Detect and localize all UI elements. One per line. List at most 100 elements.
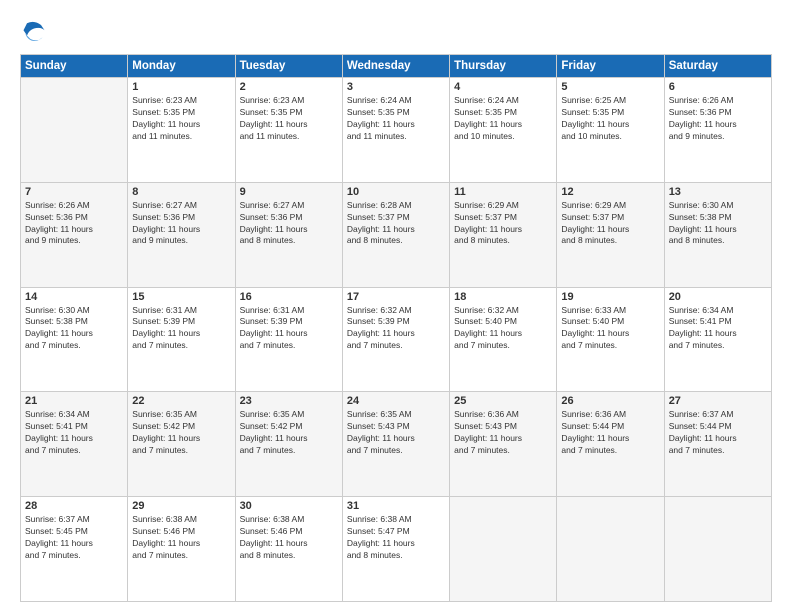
day-number: 26 xyxy=(561,395,659,407)
day-number: 9 xyxy=(240,186,338,198)
day-info: Sunrise: 6:32 AM Sunset: 5:39 PM Dayligh… xyxy=(347,305,445,353)
day-number: 15 xyxy=(132,291,230,303)
calendar-cell: 10Sunrise: 6:28 AM Sunset: 5:37 PM Dayli… xyxy=(342,182,449,287)
day-info: Sunrise: 6:33 AM Sunset: 5:40 PM Dayligh… xyxy=(561,305,659,353)
day-number: 31 xyxy=(347,500,445,512)
day-info: Sunrise: 6:35 AM Sunset: 5:42 PM Dayligh… xyxy=(132,409,230,457)
day-number: 16 xyxy=(240,291,338,303)
day-number: 7 xyxy=(25,186,123,198)
day-number: 24 xyxy=(347,395,445,407)
day-number: 11 xyxy=(454,186,552,198)
header xyxy=(20,18,772,46)
day-number: 12 xyxy=(561,186,659,198)
day-number: 3 xyxy=(347,81,445,93)
calendar-cell: 28 Sunrise: 6:37 AM Sunset: 5:45 PM Dayli… xyxy=(21,497,128,602)
day-header-monday: Monday xyxy=(128,55,235,78)
calendar-cell: 3 Sunrise: 6:24 AM Sunset: 5:35 PM Daylig… xyxy=(342,78,449,183)
logo-icon xyxy=(20,18,48,46)
calendar-cell: 26Sunrise: 6:36 AM Sunset: 5:44 PM Dayli… xyxy=(557,392,664,497)
day-number: 19 xyxy=(561,291,659,303)
calendar-cell: 6Sunrise: 6:26 AM Sunset: 5:36 PM Daylig… xyxy=(664,78,771,183)
days-row: SundayMondayTuesdayWednesdayThursdayFrid… xyxy=(21,55,772,78)
day-number: 17 xyxy=(347,291,445,303)
calendar-cell: 20 Sunrise: 6:34 AM Sunset: 5:41 PM Dayli… xyxy=(664,287,771,392)
day-number: 25 xyxy=(454,395,552,407)
day-info: Sunrise: 6:25 AM Sunset: 5:35 PM Dayligh… xyxy=(561,95,659,143)
day-number: 18 xyxy=(454,291,552,303)
day-info: Sunrise: 6:27 AM Sunset: 5:36 PM Dayligh… xyxy=(132,200,230,248)
calendar-cell xyxy=(21,78,128,183)
calendar-cell: 24 Sunrise: 6:35 AM Sunset: 5:43 PM Dayli… xyxy=(342,392,449,497)
day-number: 21 xyxy=(25,395,123,407)
week-row-1: 7 Sunrise: 6:26 AM Sunset: 5:36 PM Daylig… xyxy=(21,182,772,287)
day-info: Sunrise: 6:29 AM Sunset: 5:37 PM Dayligh… xyxy=(454,200,552,248)
calendar-cell: 25 Sunrise: 6:36 AM Sunset: 5:43 PM Dayli… xyxy=(450,392,557,497)
week-row-4: 28 Sunrise: 6:37 AM Sunset: 5:45 PM Dayli… xyxy=(21,497,772,602)
calendar-cell: 2 Sunrise: 6:23 AM Sunset: 5:35 PM Daylig… xyxy=(235,78,342,183)
week-row-0: 1 Sunrise: 6:23 AM Sunset: 5:35 PM Daylig… xyxy=(21,78,772,183)
calendar-cell: 31 Sunrise: 6:38 AM Sunset: 5:47 PM Dayli… xyxy=(342,497,449,602)
calendar-cell: 11 Sunrise: 6:29 AM Sunset: 5:37 PM Dayli… xyxy=(450,182,557,287)
calendar-cell xyxy=(557,497,664,602)
day-number: 22 xyxy=(132,395,230,407)
calendar-cell: 27 Sunrise: 6:37 AM Sunset: 5:44 PM Dayli… xyxy=(664,392,771,497)
page: SundayMondayTuesdayWednesdayThursdayFrid… xyxy=(0,0,792,612)
calendar-body: 1 Sunrise: 6:23 AM Sunset: 5:35 PM Daylig… xyxy=(21,78,772,602)
calendar-header: SundayMondayTuesdayWednesdayThursdayFrid… xyxy=(21,55,772,78)
day-info: Sunrise: 6:37 AM Sunset: 5:44 PM Dayligh… xyxy=(669,409,767,457)
calendar-cell: 5Sunrise: 6:25 AM Sunset: 5:35 PM Daylig… xyxy=(557,78,664,183)
day-number: 1 xyxy=(132,81,230,93)
calendar-cell: 21 Sunrise: 6:34 AM Sunset: 5:41 PM Dayli… xyxy=(21,392,128,497)
day-info: Sunrise: 6:24 AM Sunset: 5:35 PM Dayligh… xyxy=(454,95,552,143)
day-info: Sunrise: 6:38 AM Sunset: 5:47 PM Dayligh… xyxy=(347,514,445,562)
day-number: 13 xyxy=(669,186,767,198)
calendar-cell xyxy=(450,497,557,602)
day-header-saturday: Saturday xyxy=(664,55,771,78)
day-number: 6 xyxy=(669,81,767,93)
day-info: Sunrise: 6:35 AM Sunset: 5:42 PM Dayligh… xyxy=(240,409,338,457)
day-info: Sunrise: 6:24 AM Sunset: 5:35 PM Dayligh… xyxy=(347,95,445,143)
calendar-cell: 30Sunrise: 6:38 AM Sunset: 5:46 PM Dayli… xyxy=(235,497,342,602)
day-header-wednesday: Wednesday xyxy=(342,55,449,78)
day-number: 4 xyxy=(454,81,552,93)
day-header-friday: Friday xyxy=(557,55,664,78)
day-info: Sunrise: 6:34 AM Sunset: 5:41 PM Dayligh… xyxy=(669,305,767,353)
day-number: 10 xyxy=(347,186,445,198)
calendar-cell: 22 Sunrise: 6:35 AM Sunset: 5:42 PM Dayli… xyxy=(128,392,235,497)
calendar-cell: 1Sunrise: 6:23 AM Sunset: 5:35 PM Daylig… xyxy=(128,78,235,183)
day-number: 28 xyxy=(25,500,123,512)
calendar-cell: 16 Sunrise: 6:31 AM Sunset: 5:39 PM Dayli… xyxy=(235,287,342,392)
calendar-cell: 18 Sunrise: 6:32 AM Sunset: 5:40 PM Dayli… xyxy=(450,287,557,392)
day-info: Sunrise: 6:34 AM Sunset: 5:41 PM Dayligh… xyxy=(25,409,123,457)
calendar-cell: 7 Sunrise: 6:26 AM Sunset: 5:36 PM Daylig… xyxy=(21,182,128,287)
day-number: 2 xyxy=(240,81,338,93)
calendar-cell: 17 Sunrise: 6:32 AM Sunset: 5:39 PM Dayli… xyxy=(342,287,449,392)
day-info: Sunrise: 6:23 AM Sunset: 5:35 PM Dayligh… xyxy=(240,95,338,143)
day-number: 20 xyxy=(669,291,767,303)
calendar-cell: 4 Sunrise: 6:24 AM Sunset: 5:35 PM Daylig… xyxy=(450,78,557,183)
logo xyxy=(20,18,52,46)
day-info: Sunrise: 6:36 AM Sunset: 5:43 PM Dayligh… xyxy=(454,409,552,457)
day-info: Sunrise: 6:30 AM Sunset: 5:38 PM Dayligh… xyxy=(669,200,767,248)
day-info: Sunrise: 6:32 AM Sunset: 5:40 PM Dayligh… xyxy=(454,305,552,353)
day-info: Sunrise: 6:29 AM Sunset: 5:37 PM Dayligh… xyxy=(561,200,659,248)
calendar-cell: 9Sunrise: 6:27 AM Sunset: 5:36 PM Daylig… xyxy=(235,182,342,287)
week-row-3: 21 Sunrise: 6:34 AM Sunset: 5:41 PM Dayli… xyxy=(21,392,772,497)
day-number: 29 xyxy=(132,500,230,512)
day-info: Sunrise: 6:26 AM Sunset: 5:36 PM Dayligh… xyxy=(25,200,123,248)
day-info: Sunrise: 6:31 AM Sunset: 5:39 PM Dayligh… xyxy=(132,305,230,353)
day-info: Sunrise: 6:30 AM Sunset: 5:38 PM Dayligh… xyxy=(25,305,123,353)
calendar-cell: 19 Sunrise: 6:33 AM Sunset: 5:40 PM Dayli… xyxy=(557,287,664,392)
day-number: 14 xyxy=(25,291,123,303)
day-info: Sunrise: 6:31 AM Sunset: 5:39 PM Dayligh… xyxy=(240,305,338,353)
day-info: Sunrise: 6:37 AM Sunset: 5:45 PM Dayligh… xyxy=(25,514,123,562)
calendar-cell: 8 Sunrise: 6:27 AM Sunset: 5:36 PM Daylig… xyxy=(128,182,235,287)
day-info: Sunrise: 6:35 AM Sunset: 5:43 PM Dayligh… xyxy=(347,409,445,457)
calendar-cell: 15 Sunrise: 6:31 AM Sunset: 5:39 PM Dayli… xyxy=(128,287,235,392)
calendar-cell: 14 Sunrise: 6:30 AM Sunset: 5:38 PM Dayli… xyxy=(21,287,128,392)
day-number: 8 xyxy=(132,186,230,198)
calendar-cell: 23 Sunrise: 6:35 AM Sunset: 5:42 PM Dayli… xyxy=(235,392,342,497)
day-number: 23 xyxy=(240,395,338,407)
day-info: Sunrise: 6:38 AM Sunset: 5:46 PM Dayligh… xyxy=(132,514,230,562)
day-number: 27 xyxy=(669,395,767,407)
